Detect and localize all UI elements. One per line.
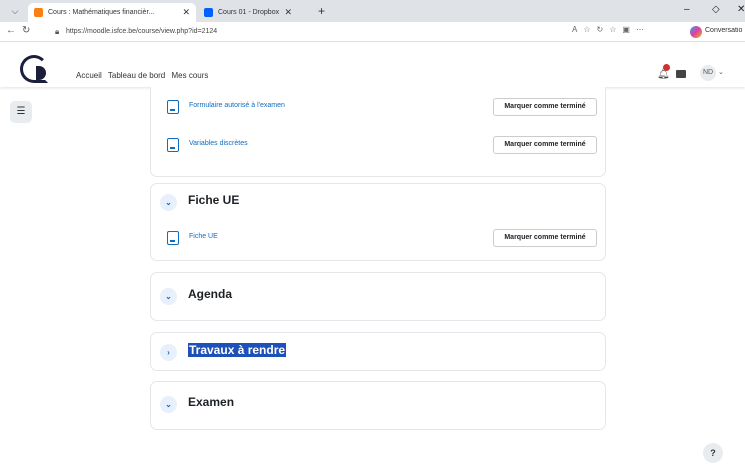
activity-row: Formulaire autorisé à l'examen Marquer c…	[167, 98, 597, 120]
tab-actions-icon[interactable]: ⌵	[8, 5, 22, 18]
copilot-label[interactable]: Conversatio	[705, 27, 745, 34]
copilot-icon[interactable]	[690, 26, 702, 38]
activity-link[interactable]: Variables discrètes	[189, 140, 248, 147]
file-icon	[167, 231, 179, 245]
close-icon[interactable]: ✕	[182, 3, 190, 22]
chevron-down-icon: ⌄	[717, 69, 724, 76]
url-text: https://moodle.isfce.be/course/view.php?…	[66, 28, 218, 35]
nav-my-courses-link[interactable]: Mes cours	[172, 71, 209, 80]
mark-done-button[interactable]: Marquer comme terminé	[493, 229, 597, 247]
section-title[interactable]: Agenda	[188, 287, 232, 301]
back-icon[interactable]: ←	[6, 25, 16, 36]
mark-done-button[interactable]: Marquer comme terminé	[493, 136, 597, 154]
address-bar: ← ↻ 🔒︎ https://moodle.isfce.be/course/vi…	[0, 22, 745, 42]
tab-label: Cours : Mathématiques financièr...	[48, 9, 155, 16]
site-navbar: Accueil Tableau de bord Mes cours 🔔︎ ND …	[0, 43, 745, 87]
course-index-toggle-icon[interactable]: ☰	[10, 101, 32, 123]
course-section-fiche-ue: ⌄ Fiche UE Fiche UE Marquer comme termin…	[150, 183, 606, 261]
browser-tab-strip: ⌵ Cours : Mathématiques financièr... ✕ C…	[0, 0, 745, 22]
url-field[interactable]: 🔒︎ https://moodle.isfce.be/course/view.p…	[52, 24, 572, 39]
tab-dropbox[interactable]: Cours 01 - Dropbox ✕	[198, 3, 298, 22]
activity-link[interactable]: Fiche UE	[189, 233, 218, 240]
user-menu[interactable]: ND ⌄	[696, 64, 730, 82]
chevron-down-icon[interactable]: ⌄	[160, 194, 177, 211]
dropbox-favicon-icon	[204, 8, 213, 17]
course-section-examen: ⌄ Examen	[150, 381, 606, 430]
course-section-agenda: ⌄ Agenda	[150, 272, 606, 321]
messages-icon[interactable]	[676, 70, 686, 78]
chevron-down-icon[interactable]: ⌄	[160, 288, 177, 305]
section-title[interactable]: Fiche UE	[188, 193, 239, 207]
activity-row: Fiche UE Marquer comme terminé	[167, 229, 597, 251]
lock-icon: 🔒︎	[55, 27, 60, 36]
chevron-down-icon[interactable]: ⌄	[160, 396, 177, 413]
minimize-icon[interactable]: –	[684, 4, 690, 15]
activity-link[interactable]: Formulaire autorisé à l'examen	[189, 102, 285, 109]
window-close-icon[interactable]: ✕	[737, 4, 745, 15]
file-icon	[167, 100, 179, 114]
close-icon[interactable]: ✕	[284, 3, 292, 22]
file-icon	[167, 138, 179, 152]
nav-dashboard-link[interactable]: Tableau de bord	[108, 71, 165, 80]
avatar: ND	[700, 65, 716, 81]
nav-home-link[interactable]: Accueil	[76, 71, 102, 80]
browser-toolbar-icons[interactable]: A☆↻☆▣⋯	[572, 25, 650, 34]
primary-navigation: Accueil Tableau de bord Mes cours	[76, 71, 212, 80]
notification-badge	[663, 64, 670, 71]
section-title[interactable]: Examen	[188, 395, 234, 409]
moodle-favicon-icon	[34, 8, 43, 17]
tab-moodle-course[interactable]: Cours : Mathématiques financièr... ✕	[28, 3, 196, 22]
activity-row: Variables discrètes Marquer comme termin…	[167, 136, 597, 158]
tab-label: Cours 01 - Dropbox	[218, 9, 280, 16]
chevron-right-icon[interactable]: ›	[160, 344, 177, 361]
course-section-top: Formulaire autorisé à l'examen Marquer c…	[150, 87, 606, 177]
restore-icon[interactable]: ◇	[712, 4, 720, 15]
section-title[interactable]: Travaux à rendre	[188, 343, 287, 357]
mark-done-button[interactable]: Marquer comme terminé	[493, 98, 597, 116]
course-section-travaux: › Travaux à rendre	[150, 332, 606, 371]
new-tab-icon[interactable]: +	[318, 3, 325, 20]
refresh-icon[interactable]: ↻	[22, 25, 30, 36]
help-button[interactable]: ?	[703, 443, 723, 463]
